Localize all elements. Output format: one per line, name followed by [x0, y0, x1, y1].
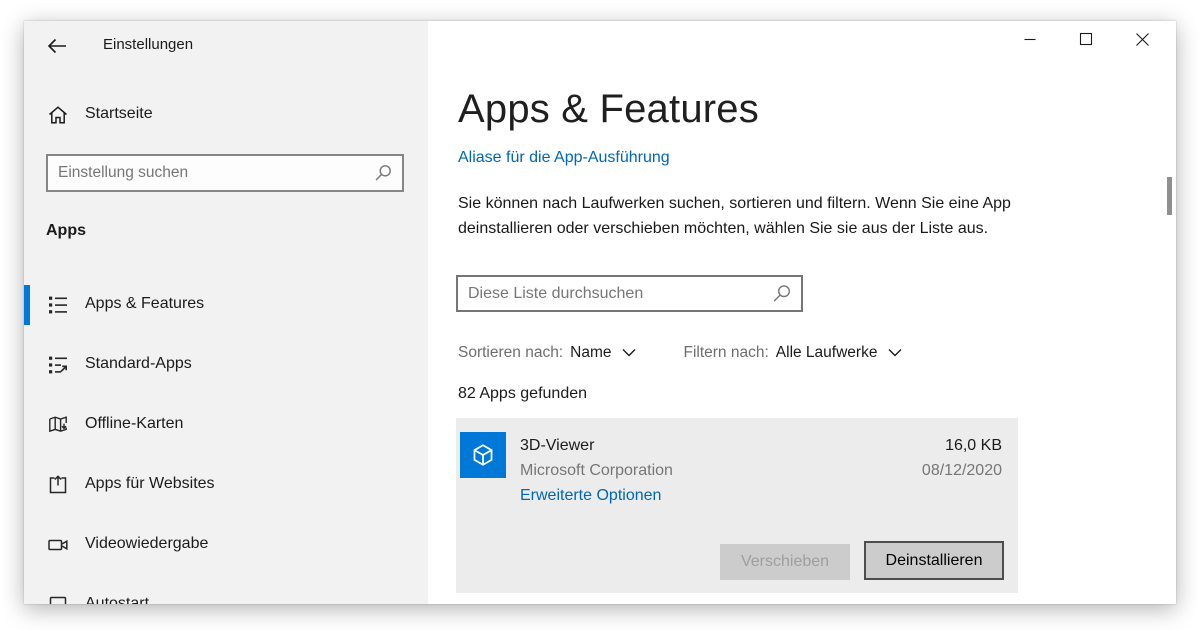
settings-search-input[interactable] — [48, 164, 374, 182]
maximize-button[interactable] — [1058, 21, 1114, 57]
sidebar-item-label: Autostart — [85, 595, 149, 604]
minimize-icon — [1023, 32, 1037, 46]
desktop-background: Einstellungen Startseite — [0, 0, 1200, 630]
scrollbar-thumb[interactable] — [1167, 177, 1172, 215]
app-execution-aliases-link[interactable]: Aliase für die App-Ausführung — [458, 149, 670, 167]
sidebar-item-startup[interactable]: Autostart — [24, 585, 428, 604]
app-size: 16,0 KB — [922, 433, 1002, 458]
page-title: Apps & Features — [458, 87, 759, 132]
video-playback-icon — [47, 534, 69, 556]
app-list-item-3d-viewer[interactable]: 3D-Viewer Microsoft Corporation Erweiter… — [456, 418, 1018, 593]
back-arrow-icon — [46, 35, 68, 57]
app-action-buttons: Verschieben Deinstallieren — [720, 541, 1004, 580]
app-list-search-box — [456, 275, 803, 312]
app-name: 3D-Viewer — [520, 433, 673, 458]
maximize-icon — [1079, 32, 1093, 46]
apps-for-websites-icon — [47, 474, 69, 496]
filter-value[interactable]: Alle Laufwerke — [776, 344, 878, 362]
sidebar-section-header: Apps — [46, 222, 86, 240]
sort-value[interactable]: Name — [570, 344, 611, 362]
sidebar-item-label: Standard-Apps — [85, 355, 192, 373]
search-icon[interactable] — [374, 164, 392, 182]
filter-label: Filtern nach: — [683, 344, 768, 362]
sidebar-item-home[interactable]: Startseite — [24, 95, 428, 135]
app-list-search-input[interactable] — [458, 285, 772, 303]
chevron-down-icon[interactable] — [887, 347, 903, 359]
offline-maps-icon — [47, 414, 69, 436]
chevron-down-icon[interactable] — [621, 347, 637, 359]
advanced-options-link[interactable]: Erweiterte Optionen — [520, 483, 673, 508]
startup-icon — [47, 594, 69, 604]
app-title: Einstellungen — [103, 36, 193, 53]
sidebar-item-default-apps[interactable]: Standard-Apps — [24, 345, 428, 385]
close-icon — [1135, 32, 1150, 47]
move-button[interactable]: Verschieben — [720, 544, 850, 580]
main-content: Apps & Features Aliase für die App-Ausfü… — [428, 21, 1176, 604]
minimize-button[interactable] — [1002, 21, 1058, 57]
close-button[interactable] — [1114, 21, 1170, 57]
apps-features-icon — [47, 294, 69, 316]
sidebar-item-label: Apps & Features — [85, 295, 204, 313]
window-controls — [1002, 21, 1170, 57]
uninstall-button[interactable]: Deinstallieren — [864, 541, 1004, 580]
sidebar: Einstellungen Startseite — [24, 21, 428, 604]
sidebar-item-video-playback[interactable]: Videowiedergabe — [24, 525, 428, 565]
sort-label: Sortieren nach: — [458, 344, 563, 362]
sidebar-item-apps-features[interactable]: Apps & Features — [24, 285, 428, 325]
app-publisher: Microsoft Corporation — [520, 458, 673, 483]
default-apps-icon — [47, 354, 69, 376]
page-description: Sie können nach Laufwerken suchen, sorti… — [458, 191, 1024, 241]
sidebar-item-apps-for-websites[interactable]: Apps für Websites — [24, 465, 428, 505]
app-info: 3D-Viewer Microsoft Corporation Erweiter… — [520, 433, 673, 508]
app-meta: 16,0 KB 08/12/2020 — [922, 433, 1002, 483]
sidebar-item-label: Offline-Karten — [85, 415, 183, 433]
sidebar-item-offline-maps[interactable]: Offline-Karten — [24, 405, 428, 445]
sidebar-item-label: Apps für Websites — [85, 475, 215, 493]
settings-window: Einstellungen Startseite — [24, 21, 1176, 604]
search-icon[interactable] — [772, 284, 791, 303]
apps-found-count: 82 Apps gefunden — [458, 385, 587, 403]
settings-search-box — [46, 154, 404, 192]
3d-cube-icon — [460, 432, 506, 478]
sidebar-item-label: Startseite — [85, 105, 153, 123]
sidebar-item-label: Videowiedergabe — [85, 535, 208, 553]
home-icon — [47, 104, 69, 126]
back-button[interactable] — [37, 28, 77, 64]
sort-filter-row: Sortieren nach: Name Filtern nach: Alle … — [458, 344, 903, 362]
app-install-date: 08/12/2020 — [922, 458, 1002, 483]
